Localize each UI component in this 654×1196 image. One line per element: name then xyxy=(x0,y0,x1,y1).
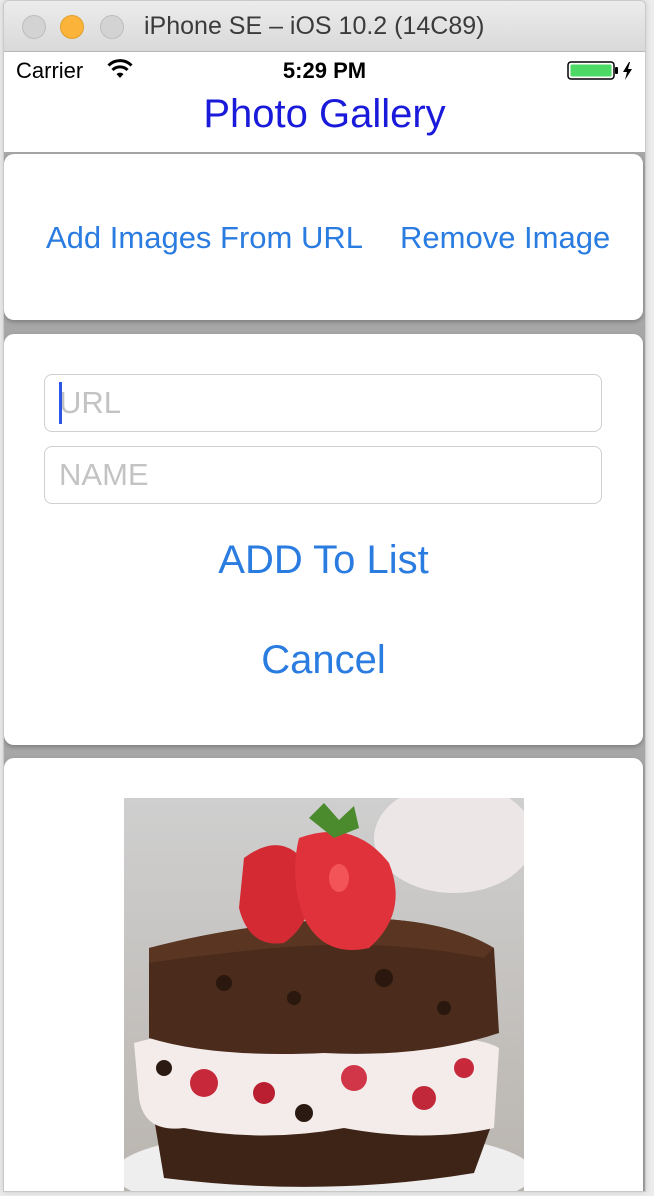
window-close-button[interactable] xyxy=(22,15,46,39)
window-minimize-button[interactable] xyxy=(60,15,84,39)
gallery-image[interactable] xyxy=(124,798,524,1191)
add-image-form: ADD To List Cancel xyxy=(4,334,643,745)
url-input[interactable] xyxy=(44,374,602,432)
nav-title: Photo Gallery xyxy=(203,92,446,136)
status-bar: Carrier 5:29 PM xyxy=(4,52,645,88)
name-input[interactable] xyxy=(44,446,602,504)
window-zoom-button[interactable] xyxy=(100,15,124,39)
actions-card: Add Images From URL Remove Image xyxy=(4,154,643,320)
window-titlebar: iPhone SE – iOS 10.2 (14C89) xyxy=(4,1,645,52)
window-title: iPhone SE – iOS 10.2 (14C89) xyxy=(144,12,485,40)
text-cursor xyxy=(59,382,62,424)
simulator-window: iPhone SE – iOS 10.2 (14C89) Carrier 5:2… xyxy=(3,0,646,1192)
remove-image-button[interactable]: Remove Image xyxy=(400,220,610,256)
status-time: 5:29 PM xyxy=(282,58,367,83)
image-card xyxy=(4,758,643,1191)
cancel-button[interactable]: Cancel xyxy=(4,638,643,683)
battery-icon xyxy=(567,60,639,87)
add-images-from-url-button[interactable]: Add Images From URL xyxy=(46,220,363,256)
phone-screen: Carrier 5:29 PM Photo Gallery Add Images… xyxy=(4,52,645,1191)
add-to-list-button[interactable]: ADD To List xyxy=(4,538,643,583)
